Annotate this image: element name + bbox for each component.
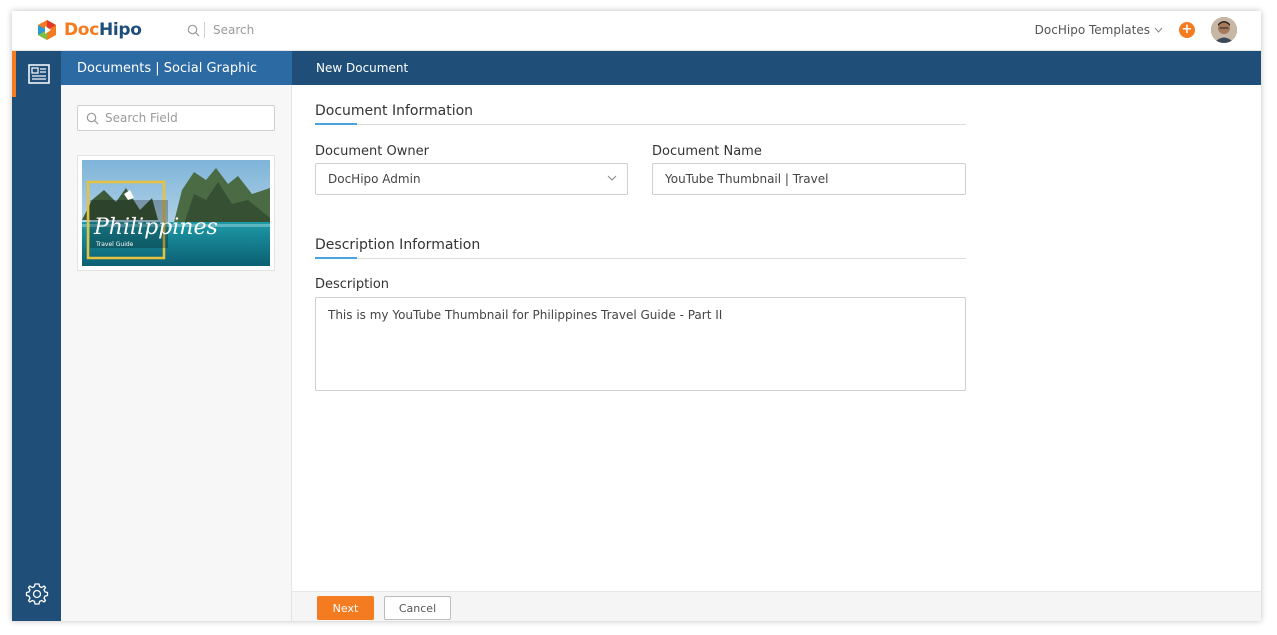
description-information-heading: Description Information	[315, 237, 481, 253]
logo-text-hipo: Hipo	[98, 20, 142, 40]
document-owner-value: DocHipo Admin	[328, 172, 421, 186]
section-accent	[315, 257, 357, 259]
document-name-field[interactable]: YouTube Thumbnail | Travel	[652, 163, 966, 195]
template-thumbnail-card[interactable]: Philippines Travel Guide	[77, 155, 275, 271]
document-owner-label: Document Owner	[315, 144, 429, 159]
document-icon	[27, 64, 50, 84]
chevron-down-icon	[607, 175, 617, 181]
search-input[interactable]: Search	[213, 23, 254, 37]
chevron-down-icon[interactable]	[1154, 27, 1163, 33]
document-form: Document Information Document Owner DocH…	[292, 85, 1261, 591]
description-value: This is my YouTube Thumbnail for Philipp…	[328, 308, 723, 322]
logo-text: DocHipo	[64, 20, 142, 40]
search-icon	[86, 112, 99, 124]
section-divider	[315, 258, 966, 259]
cancel-button[interactable]: Cancel	[384, 596, 451, 620]
gear-icon	[25, 583, 48, 605]
document-owner-select[interactable]: DocHipo Admin	[315, 163, 628, 195]
top-bar: DocHipo Search DocHipo Templates +	[12, 11, 1261, 51]
templates-dropdown[interactable]: DocHipo Templates	[1035, 23, 1150, 37]
description-label: Description	[315, 277, 390, 292]
document-information-heading: Document Information	[315, 103, 474, 119]
rail-documents-button[interactable]	[12, 51, 61, 97]
logo[interactable]: DocHipo	[36, 19, 142, 41]
thumbnail-subtitle: Travel Guide	[95, 241, 134, 248]
top-right-controls: DocHipo Templates +	[1035, 17, 1237, 43]
search-separator	[204, 22, 205, 38]
template-panel: Philippines Travel Guide	[61, 85, 292, 621]
form-footer: Next Cancel	[292, 591, 1261, 621]
avatar[interactable]	[1211, 17, 1237, 43]
section-accent	[315, 123, 357, 125]
document-name-value: YouTube Thumbnail | Travel	[665, 172, 829, 186]
next-button[interactable]: Next	[317, 596, 374, 620]
document-name-label: Document Name	[652, 144, 762, 159]
breadcrumb: Documents | Social Graphic	[61, 51, 292, 85]
description-textarea[interactable]: This is my YouTube Thumbnail for Philipp…	[315, 297, 966, 391]
app-window: DocHipo Search DocHipo Templates + Docum…	[12, 11, 1261, 621]
rail-settings-button[interactable]	[12, 577, 61, 611]
logo-text-doc: Doc	[64, 20, 99, 40]
template-thumbnail: Philippines Travel Guide	[82, 160, 270, 266]
header-strip: Documents | Social Graphic New Document	[61, 51, 1261, 85]
logo-icon	[38, 20, 56, 40]
section-divider	[315, 124, 966, 125]
global-search[interactable]: Search	[187, 22, 254, 38]
plus-icon[interactable]: +	[1179, 22, 1195, 38]
left-rail	[12, 51, 61, 621]
search-icon	[187, 24, 200, 36]
thumbnail-title: Philippines	[93, 215, 218, 240]
search-field-box[interactable]	[77, 105, 275, 131]
page-title: New Document	[316, 61, 409, 75]
search-field-input[interactable]	[105, 111, 265, 125]
